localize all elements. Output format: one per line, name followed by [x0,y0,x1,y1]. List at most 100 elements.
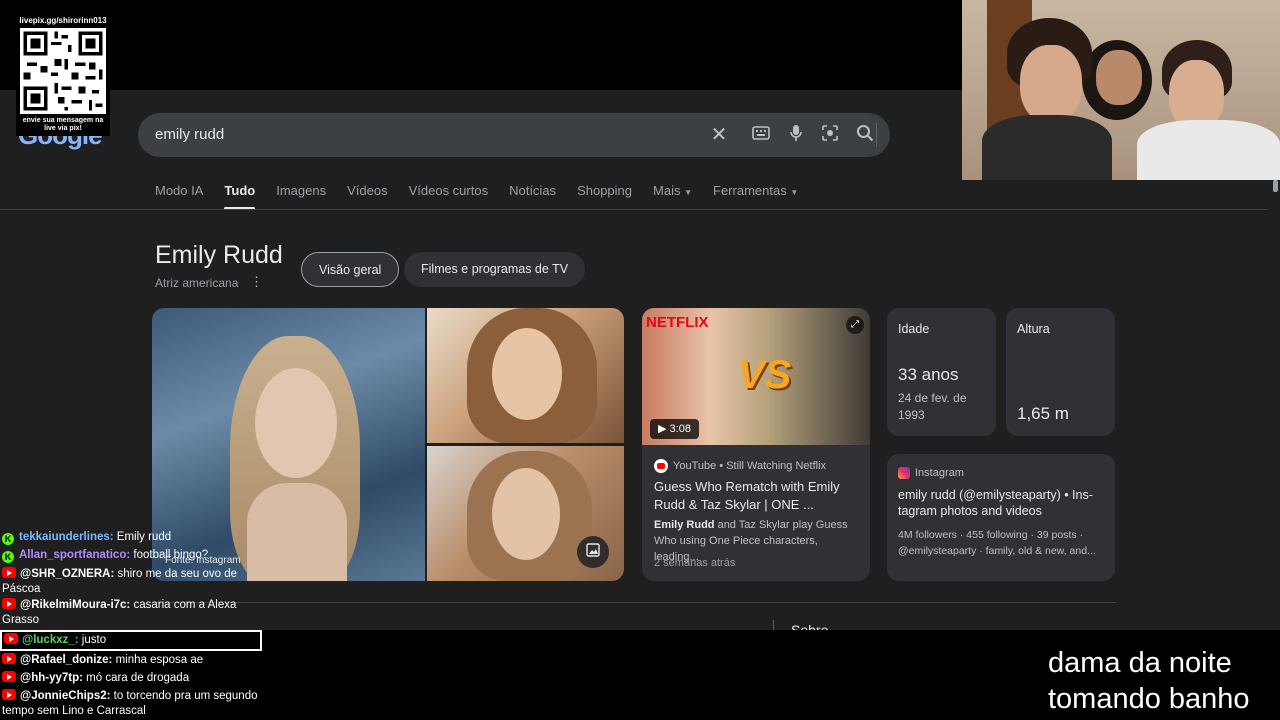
expand-icon[interactable]: ⤢ [846,316,864,334]
webcam-person-left-face [1020,45,1082,123]
youtube-icon [2,689,16,700]
vs-text: VS [738,353,792,397]
stream-frame: Google emily rudd ✕ Modo IA Tudo Imagens… [0,0,1280,720]
chat-message: @SHR_OZNERA: shiro me da seu ovo de Pásc… [2,567,260,597]
caret-down-icon: ▼ [684,188,693,197]
tab-ferramentas[interactable]: Ferramentas ▼ [713,183,798,210]
instagram-stats: 4M followers · 455 following · 39 posts … [898,529,1083,541]
photo-top-right[interactable] [427,308,624,443]
video-source-text: YouTube • Still Watching Netflix [673,460,827,472]
height-label: Altura [1017,322,1050,336]
search-tabs: Modo IA Tudo Imagens Vídeos Vídeos curto… [155,183,819,210]
photo-bottom-right[interactable] [427,446,624,581]
tab-videos[interactable]: Vídeos [347,183,387,210]
youtube-icon [2,653,16,664]
tab-videos-curtos[interactable]: Vídeos curtos [409,183,489,210]
tab-noticias[interactable]: Notícias [509,183,556,210]
chat-username: @luckxz_: [22,634,79,646]
tab-tudo[interactable]: Tudo [224,183,255,210]
tab-modo-ia[interactable]: Modo IA [155,183,203,210]
chat-text: minha esposa ae [112,654,204,666]
search-icon[interactable] [854,124,876,146]
tab-mais-label: Mais [653,183,681,198]
instagram-icon [898,467,910,479]
entity-subtitle: Atriz americana [155,276,239,290]
height-value: 1,65 m [1017,404,1069,423]
age-value: 33 anos [898,365,959,384]
chat-message: @JonnieChips2: to torcendo pra um segund… [2,689,260,719]
clear-icon[interactable]: ✕ [708,124,730,146]
kick-icon: K [2,551,14,563]
video-description-bold: Emily Rudd [654,519,715,531]
height-card[interactable]: Altura 1,65 m [1006,308,1115,436]
webcam-person-right-shirt [1137,120,1280,180]
instagram-card[interactable]: Instagram emily rudd (@emilysteaparty) •… [887,454,1115,581]
page-scrollbar[interactable] [1273,180,1278,192]
instagram-bio: @emilysteaparty · family, old & new, and… [898,545,1096,557]
image-search-icon[interactable] [577,536,609,568]
section-sobre: Sobre [791,622,829,630]
chip-visao-geral[interactable]: Visão geral [301,252,400,287]
webcam-person-back-face [1096,50,1142,105]
instagram-source-text: Instagram [915,467,964,479]
chat-text: football bingo? [130,549,209,561]
qr-url: livepix.gg/shirorinn013 [19,16,107,25]
instagram-meta: 4M followers · 455 following · 39 posts … [898,527,1108,559]
kick-icon: K [2,533,14,545]
keyboard-icon[interactable] [750,124,772,146]
webcam-person-left-shirt [982,115,1112,180]
video-title[interactable]: Guess Who Rematch with Emily Rudd & Taz … [654,478,862,514]
chat-message: K Allan_sportfanatico: football bingo? [2,548,260,563]
stream-caption: dama da noite tomando banho [1048,645,1250,717]
chat-message: @hh-yy7tp: mó cara de drogada [2,671,260,686]
youtube-icon [654,459,668,473]
microphone-icon[interactable] [785,124,807,146]
chat-message-highlighted: @luckxz_: justo [0,630,262,651]
youtube-icon [2,671,16,682]
tab-mais[interactable]: Mais ▼ [653,183,692,210]
section-divider [152,602,1116,603]
video-duration-text: 3:08 [669,423,691,435]
chat-username: Allan_sportfanatico: [19,549,131,561]
video-duration: ▶ 3:08 [650,419,699,439]
instagram-source: Instagram [898,467,964,479]
chat-text: mó cara de drogada [82,672,190,684]
chat-message: @Rafael_donize: minha esposa ae [2,653,260,668]
tab-ferramentas-label: Ferramentas [713,183,787,198]
search-bar[interactable]: emily rudd ✕ [138,113,890,157]
chip-filmes-tv[interactable]: Filmes e programas de TV [404,252,586,287]
age-label: Idade [898,322,930,336]
vertical-divider [773,620,774,630]
qr-caption: envie sua mensagem na live via pix! [22,117,104,132]
google-lens-icon[interactable] [819,124,841,146]
tab-shopping[interactable]: Shopping [577,183,632,210]
chat-text: justo [78,634,107,646]
tab-imagens[interactable]: Imagens [276,183,326,210]
chat-message: Ktekkaiunderlines: Emily rudd [2,530,260,545]
chat-message: @RikelmiMoura-i7c: casaria com a Alexa G… [2,598,260,628]
youtube-icon [2,598,16,609]
chat-username: @hh-yy7tp: [20,672,83,684]
photo-face [492,468,560,560]
chat-username: @JonnieChips2: [20,690,111,702]
chat-text: Emily rudd [113,531,172,543]
youtube-icon [4,633,18,644]
more-options-icon[interactable]: ⋮ [250,274,263,290]
instagram-title[interactable]: emily rudd (@emilysteaparty) • Ins-tagra… [898,487,1108,519]
chat-username: @RikelmiMoura-i7c: [20,599,131,611]
photo-face [492,328,562,420]
search-input[interactable]: emily rudd [155,126,224,143]
video-thumbnail[interactable]: NETFLIX VS ⤢ ▶ 3:08 [642,308,870,445]
pix-qr-overlay: livepix.gg/shirorinn013 envie sua mensag… [16,14,110,136]
entity-title: Emily Rudd [155,241,283,269]
tabs-divider [0,209,1268,210]
netflix-logo: NETFLIX [646,314,709,331]
age-card[interactable]: Idade 33 anos 24 de fev. de 1993 [887,308,996,436]
search-divider [876,123,877,147]
chat-username: tekkaiunderlines: [19,531,114,543]
chat-username: @Rafael_donize: [20,654,113,666]
photo-face [255,368,337,478]
qr-code-icon [20,28,106,114]
video-card[interactable]: NETFLIX VS ⤢ ▶ 3:08 YouTube • Still Watc… [642,308,870,581]
play-icon: ▶ [658,423,667,435]
